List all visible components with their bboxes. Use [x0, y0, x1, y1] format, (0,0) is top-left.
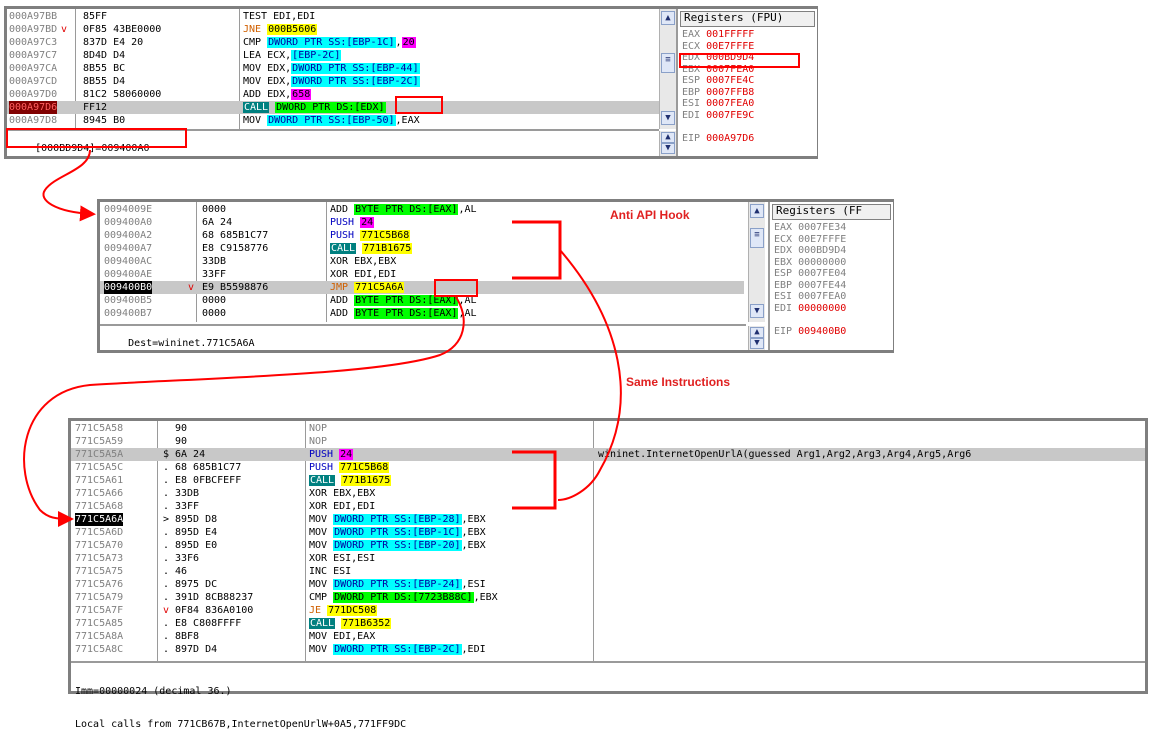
arrow-bracket-to-bracket	[557, 249, 622, 501]
same-instructions-bracket	[512, 450, 557, 510]
annotation-arrows	[23, 149, 622, 527]
arrow-eip-to-stub	[42, 149, 96, 222]
info-line-2: Local calls from 771CB67B,InternetOpenUr…	[75, 719, 407, 730]
arrow-jmp-to-target	[23, 296, 465, 527]
anti-hook-bracket	[512, 220, 562, 280]
